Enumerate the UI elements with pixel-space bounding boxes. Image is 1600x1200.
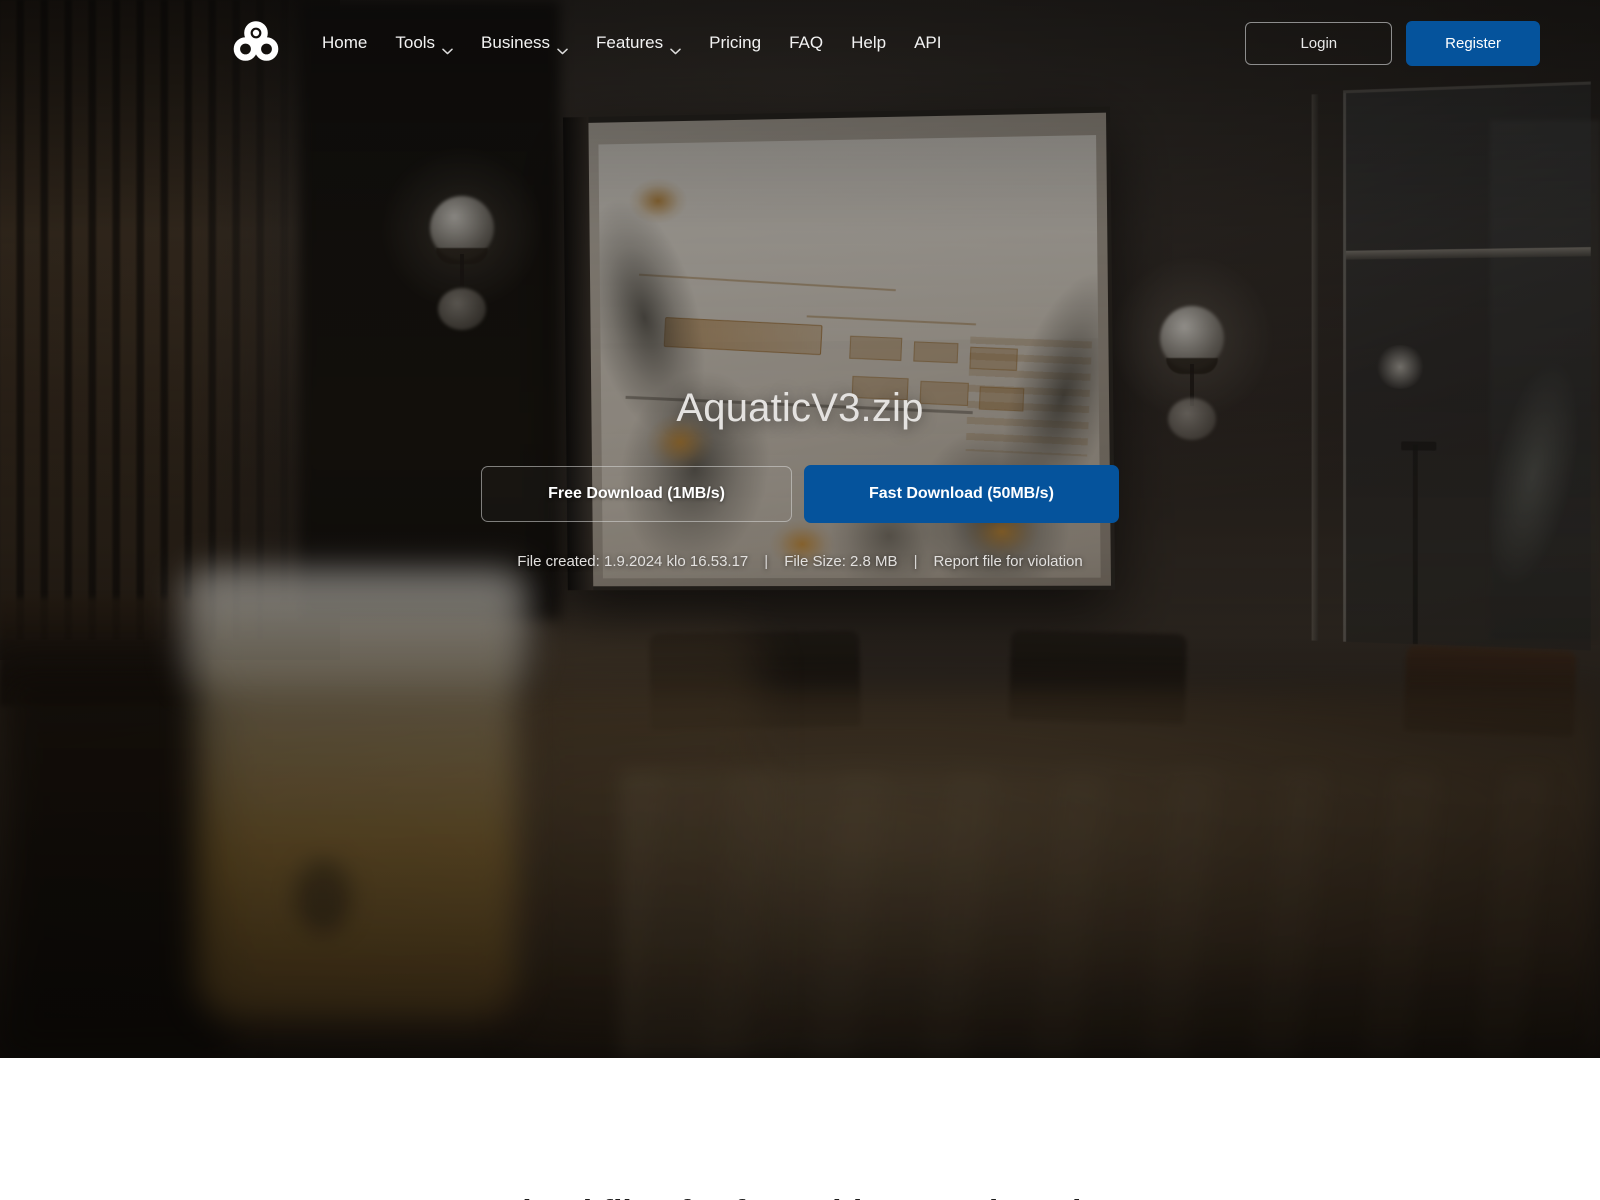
- file-created-text: File created: 1.9.2024 klo 16.53.17: [517, 553, 749, 570]
- nav-item-home[interactable]: Home: [308, 25, 381, 61]
- download-buttons: Free Download (1MB/s) Fast Download (50M…: [481, 465, 1119, 523]
- site-header: Home Tools Business Features Pricing FAQ…: [0, 0, 1600, 86]
- nav-label: Help: [851, 33, 887, 52]
- report-file-link[interactable]: Report file for violation: [933, 553, 1082, 570]
- nav-label: Pricing: [709, 33, 762, 52]
- fast-download-button[interactable]: Fast Download (50MB/s): [804, 465, 1119, 523]
- main-navigation: Home Tools Business Features Pricing FAQ…: [308, 25, 955, 61]
- nav-item-api[interactable]: API: [900, 25, 955, 61]
- nav-label: Home: [322, 33, 368, 52]
- nav-item-business[interactable]: Business: [467, 25, 582, 61]
- free-download-button[interactable]: Free Download (1MB/s): [481, 466, 792, 522]
- chevron-down-icon: [557, 40, 568, 54]
- nav-item-tools[interactable]: Tools: [381, 25, 467, 61]
- site-logo[interactable]: [232, 20, 280, 66]
- nav-item-faq[interactable]: FAQ: [775, 25, 837, 61]
- auth-buttons: Login Register: [1245, 20, 1540, 66]
- nav-item-features[interactable]: Features: [582, 25, 695, 61]
- chevron-down-icon: [670, 40, 681, 54]
- chevron-down-icon: [442, 40, 453, 54]
- below-hero-section: Upload files for free without registrati…: [0, 1058, 1600, 1200]
- section-heading: Upload files for free without registrati…: [477, 1192, 1123, 1200]
- register-button[interactable]: Register: [1406, 20, 1540, 66]
- nav-item-help[interactable]: Help: [837, 25, 900, 61]
- nav-label: API: [914, 33, 942, 52]
- file-size-text: File Size: 2.8 MB: [784, 553, 898, 570]
- nav-label: Features: [596, 33, 664, 52]
- hero-section: Home Tools Business Features Pricing FAQ…: [0, 0, 1600, 1058]
- nav-label: Tools: [395, 33, 436, 52]
- nav-label: Business: [481, 33, 551, 52]
- meta-separator: |: [764, 553, 769, 570]
- file-meta: File created: 1.9.2024 klo 16.53.17 | Fi…: [517, 553, 1082, 570]
- hero-content: AquaticV3.zip Free Download (1MB/s) Fast…: [0, 386, 1600, 570]
- login-button[interactable]: Login: [1245, 21, 1393, 65]
- meta-separator: |: [913, 553, 918, 570]
- nav-label: FAQ: [789, 33, 824, 52]
- file-title: AquaticV3.zip: [676, 386, 924, 430]
- nav-item-pricing[interactable]: Pricing: [695, 25, 775, 61]
